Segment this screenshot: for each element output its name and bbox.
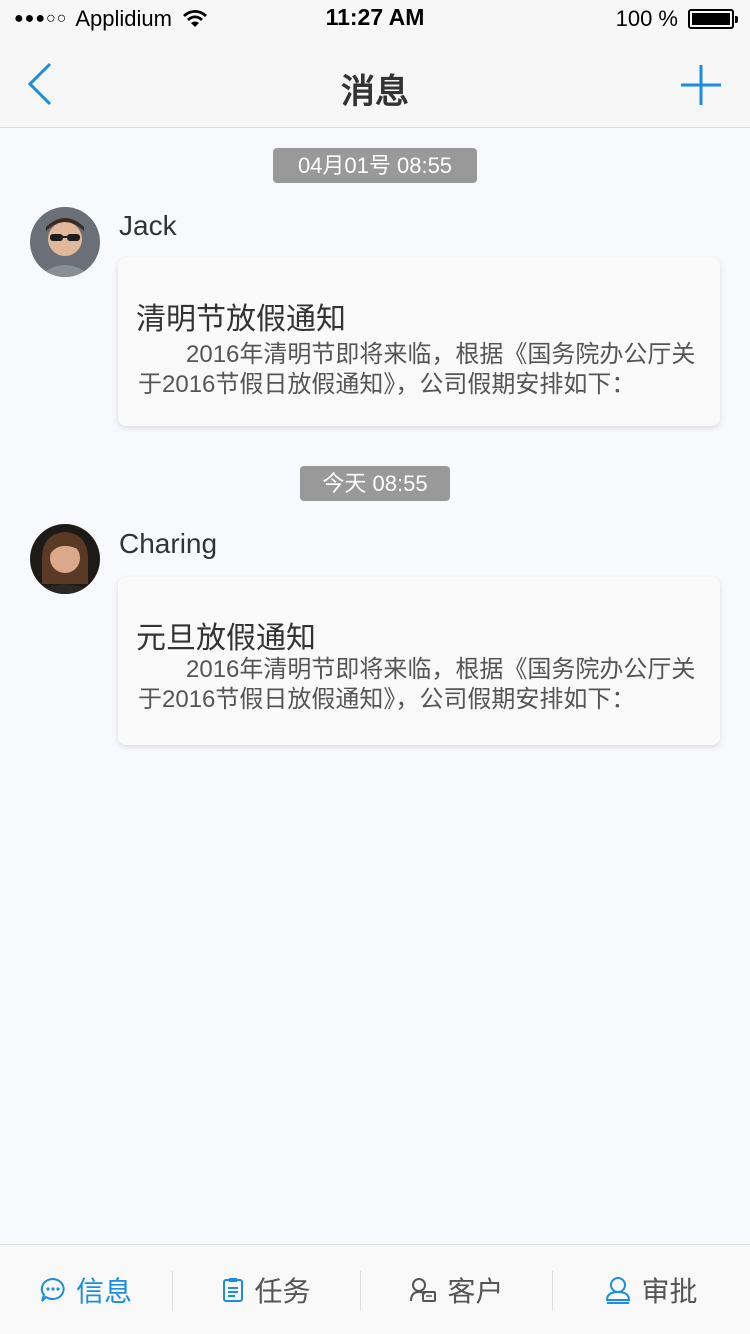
tab-label: 客户 — [447, 1276, 504, 1307]
tab-messages[interactable]: 信息 — [0, 1245, 172, 1334]
tab-tasks[interactable]: 任务 — [173, 1245, 360, 1334]
message-card[interactable]: 清明节放假通知 2016年清明节即将来临，根据《国务院办公厅关于2016节假日放… — [118, 258, 720, 426]
battery-percent: 100 % — [615, 6, 678, 31]
tab-label: 信息 — [75, 1276, 132, 1307]
avatar-charing-image — [30, 524, 100, 594]
message-card[interactable]: 元旦放假通知 2016年清明节即将来临，根据《国务院办公厅关于2016节假日放假… — [118, 577, 720, 745]
timestamp-pill: 04月01号 08:55 — [273, 148, 477, 183]
page-title: 消息 — [341, 73, 409, 111]
message-body: 2016年清明节即将来临，根据《国务院办公厅关于2016节假日放假通知》，公司假… — [138, 656, 696, 713]
add-plus-icon[interactable] — [680, 64, 722, 106]
message-title: 清明节放假通知 — [136, 303, 346, 336]
tab-label: 任务 — [254, 1276, 311, 1307]
tab-approval[interactable]: 审批 — [553, 1245, 750, 1334]
chat-bubble-icon — [40, 1277, 65, 1302]
avatar[interactable] — [30, 524, 100, 594]
tab-bar: 信息 任务 客户 审批 — [0, 1244, 750, 1334]
tab-customers[interactable]: 客户 — [361, 1245, 552, 1334]
status-bar: ●●●○○ Applidium 11:27 AM 100 % — [0, 0, 750, 40]
message-title: 元旦放假通知 — [136, 622, 316, 655]
clipboard-icon — [223, 1278, 244, 1302]
sender-name: Charing — [119, 528, 218, 559]
contact-card-icon — [410, 1278, 437, 1302]
tab-label: 审批 — [641, 1276, 698, 1307]
nav-bar: 消息 — [0, 40, 750, 128]
avatar[interactable] — [30, 207, 100, 277]
avatar-jack-image — [30, 207, 100, 277]
sender-name: Jack — [119, 210, 177, 241]
timestamp-pill: 今天 08:55 — [300, 466, 450, 501]
message-body: 2016年清明节即将来临，根据《国务院办公厅关于2016节假日放假通知》，公司假… — [138, 341, 696, 398]
battery-icon — [688, 9, 738, 29]
status-right: 100 % — [615, 6, 738, 32]
person-approve-icon — [606, 1277, 631, 1304]
